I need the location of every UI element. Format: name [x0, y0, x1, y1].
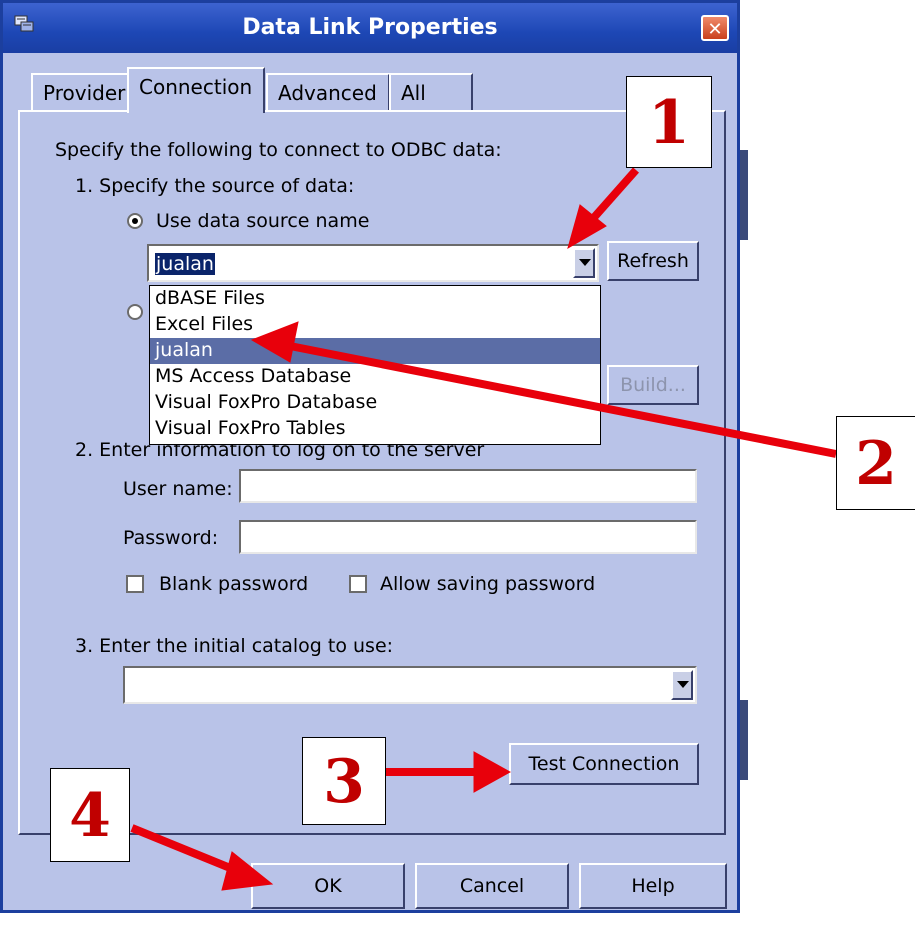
arrow-3-head — [473, 751, 512, 793]
callout-1: 1 — [626, 76, 712, 168]
annotation-arrows — [130, 167, 837, 891]
arrow-4-head — [221, 851, 274, 891]
arrow-2 — [284, 341, 837, 458]
arrow-2-head — [250, 321, 299, 363]
callout-4: 4 — [50, 768, 130, 862]
arrow-1 — [587, 167, 639, 225]
callout-3: 3 — [302, 737, 386, 825]
arrow-4 — [130, 824, 242, 876]
callout-2: 2 — [836, 416, 915, 510]
